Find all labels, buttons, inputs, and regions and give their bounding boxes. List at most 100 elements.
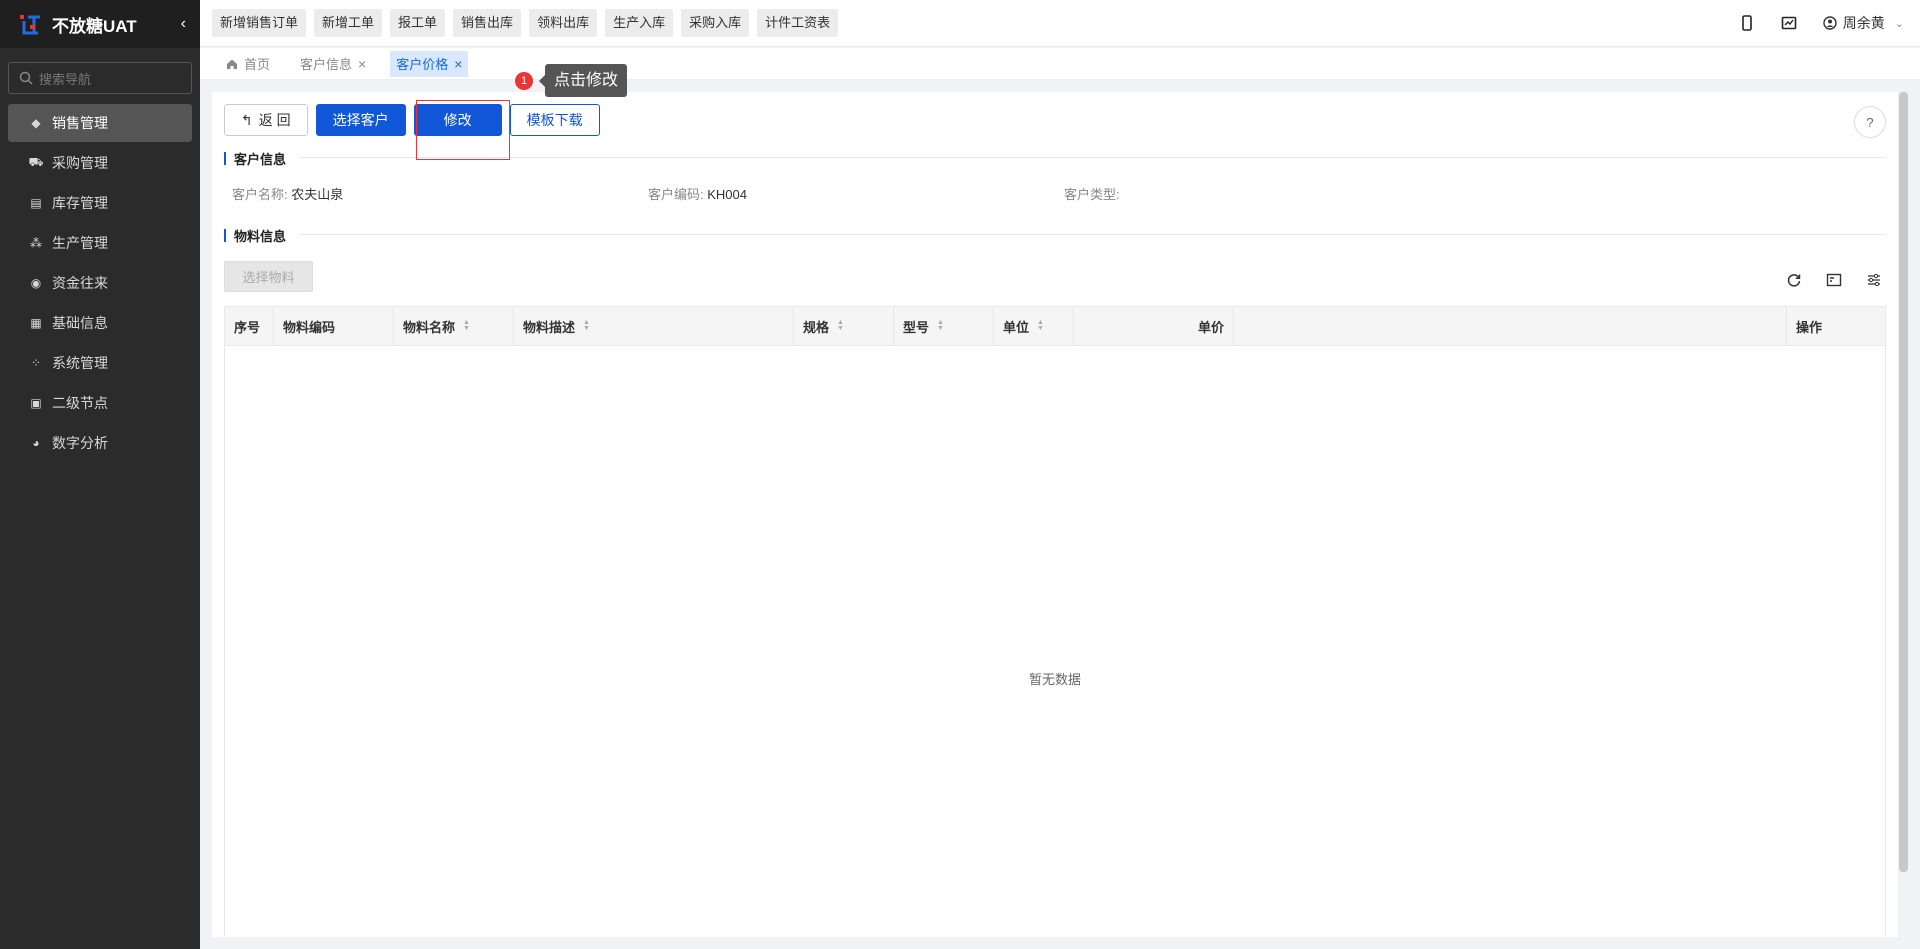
- brand: 不放糖UAT ‹: [0, 0, 200, 48]
- nav-search-placeholder: 搜索导航: [39, 71, 92, 87]
- template-download-button[interactable]: 模板下载: [509, 104, 600, 136]
- select-customer-button[interactable]: 选择客户: [315, 104, 406, 136]
- box-icon: ▤: [30, 196, 42, 210]
- close-icon[interactable]: ×: [358, 56, 366, 72]
- topbar-right: 周余黄 ⌄: [1713, 13, 1920, 33]
- back-label: 返 回: [258, 112, 291, 128]
- user-icon: [1823, 16, 1837, 30]
- sort-icon[interactable]: ▲ ▼: [463, 319, 470, 332]
- topbar: 新增销售订单 新增工单 报工单 销售出库 领料出库 生产入库 采购入库 计件工资…: [200, 0, 1920, 47]
- sort-icon[interactable]: ▲ ▼: [1037, 319, 1044, 332]
- customer-code-value: KH004: [707, 187, 747, 202]
- column-label: 序号: [234, 319, 261, 335]
- field-label: 客户名称:: [232, 187, 288, 202]
- quick-piece-wage[interactable]: 计件工资表: [757, 9, 839, 37]
- mobile-icon[interactable]: [1739, 15, 1755, 31]
- quick-purchase-inbound[interactable]: 采购入库: [681, 9, 750, 37]
- back-arrow-icon: ↰: [241, 111, 253, 128]
- sidebar-item-label: 基础信息: [52, 315, 108, 331]
- sort-icon[interactable]: ▲ ▼: [937, 319, 944, 332]
- close-icon[interactable]: ×: [454, 56, 462, 72]
- user-menu[interactable]: 周余黄 ⌄: [1823, 13, 1904, 33]
- sidebar-item-basic-info[interactable]: ▦ 基础信息: [8, 304, 192, 342]
- quick-new-sales-order[interactable]: 新增销售订单: [212, 9, 307, 37]
- scrollbar[interactable]: [1899, 92, 1908, 872]
- sort-icon[interactable]: ▲ ▼: [583, 319, 590, 332]
- sidebar-item-analytics[interactable]: ◕ 数字分析: [8, 424, 192, 462]
- step-badge: 1: [515, 72, 533, 90]
- refresh-icon[interactable]: [1786, 272, 1802, 288]
- screen-icon[interactable]: [1781, 15, 1797, 31]
- brand-name: 不放糖UAT: [52, 16, 137, 36]
- home-icon: [227, 59, 237, 69]
- col-unit-price: 单价: [1074, 307, 1234, 345]
- table-toolbar: [1762, 272, 1882, 288]
- nodes-icon: ⁂: [30, 236, 42, 250]
- sidebar-item-sales[interactable]: ◆ 销售管理: [8, 104, 192, 142]
- sidebar-item-label: 库存管理: [52, 195, 108, 211]
- pie-icon: ◕: [32, 436, 40, 450]
- material-table: 序号 物料编码 物料名称 ▲ ▼ 物料描述 ▲ ▼ 规格 ▲ ▼ 型号 ▲ ▼ 单位 ▲ ▼ 单价 …: [224, 306, 1886, 936]
- sidebar-item-inventory[interactable]: ▤ 库存管理: [8, 184, 192, 222]
- quick-sales-outbound[interactable]: 销售出库: [453, 9, 522, 37]
- col-material-desc[interactable]: 物料描述 ▲ ▼: [514, 307, 794, 345]
- column-label: 规格: [803, 319, 830, 335]
- col-unit[interactable]: 单位 ▲ ▼: [994, 307, 1074, 345]
- col-material-name[interactable]: 物料名称 ▲ ▼: [394, 307, 514, 345]
- customer-type-field: 客户类型:: [1064, 184, 1480, 203]
- tab-label: 客户价格: [396, 57, 449, 72]
- sidebar-item-production[interactable]: ⁂ 生产管理: [8, 224, 192, 262]
- chevron-down-icon: ⌄: [1894, 17, 1904, 30]
- quick-work-report[interactable]: 报工单: [390, 9, 446, 37]
- customer-info-row: 客户名称: 农夫山泉 客户编码: KH004 客户类型:: [232, 184, 1886, 203]
- nav-search-input[interactable]: 搜索导航: [8, 62, 192, 94]
- apps-icon: ⁘: [30, 356, 42, 370]
- edit-highlight-box: [416, 100, 510, 160]
- cart-icon: ⛟: [28, 155, 44, 169]
- tab-customer-price[interactable]: 客户价格 ×: [390, 50, 469, 77]
- table-header: 序号 物料编码 物料名称 ▲ ▼ 物料描述 ▲ ▼ 规格 ▲ ▼ 型号 ▲ ▼ 单位 ▲ ▼ 单价 …: [225, 307, 1885, 346]
- field-label: 客户编码:: [648, 187, 704, 202]
- tag-icon: ◆: [31, 116, 41, 130]
- empty-state: 暂无数据: [1028, 672, 1081, 687]
- material-section-title: 物料信息: [224, 226, 286, 245]
- help-icon[interactable]: ?: [1854, 106, 1886, 138]
- logo-icon: [20, 15, 40, 35]
- quick-production-inbound[interactable]: 生产入库: [605, 9, 674, 37]
- money-icon: ◉: [30, 276, 42, 290]
- sidebar-item-label: 系统管理: [52, 355, 108, 371]
- column-settings-icon[interactable]: [1866, 272, 1882, 288]
- column-label: 单价: [1197, 319, 1224, 335]
- back-button[interactable]: ↰ 返 回: [224, 104, 308, 136]
- col-spec[interactable]: 规格 ▲ ▼: [794, 307, 894, 345]
- customer-name-field: 客户名称: 农夫山泉: [232, 184, 648, 203]
- section-divider: [300, 157, 1886, 158]
- customer-code-field: 客户编码: KH004: [648, 184, 1064, 203]
- tab-customer-info[interactable]: 客户信息 ×: [294, 51, 372, 77]
- sidebar-item-label: 生产管理: [52, 235, 108, 251]
- sidebar-item-label: 数字分析: [52, 435, 108, 451]
- select-material-button: 选择物料: [224, 261, 313, 292]
- column-label: 物料描述: [523, 319, 576, 335]
- sidebar-item-system[interactable]: ⁘ 系统管理: [8, 344, 192, 382]
- sidebar-item-label: 销售管理: [52, 115, 108, 131]
- quick-new-work-order[interactable]: 新增工单: [314, 9, 383, 37]
- sidebar-item-purchase[interactable]: ⛟ 采购管理: [8, 144, 192, 182]
- col-index: 序号: [225, 307, 274, 345]
- collapse-chevron-icon[interactable]: ‹: [181, 15, 186, 33]
- customer-name-value: 农夫山泉: [291, 187, 344, 202]
- sort-icon[interactable]: ▲ ▼: [837, 319, 844, 332]
- col-blank: [1234, 307, 1787, 345]
- tab-home[interactable]: 首页: [220, 51, 276, 77]
- tab-label: 客户信息: [300, 57, 353, 72]
- main-panel: ↰ 返 回 选择客户 修改 模板下载 ? 客户信息 客户名称: 农夫山泉 客户编码…: [212, 92, 1898, 937]
- section-divider: [300, 234, 1886, 235]
- quick-material-outbound[interactable]: 领料出库: [529, 9, 598, 37]
- col-material-code: 物料编码: [274, 307, 394, 345]
- sidebar-item-secondary[interactable]: ▣ 二级节点: [8, 384, 192, 422]
- col-model[interactable]: 型号 ▲ ▼: [894, 307, 994, 345]
- sidebar-item-finance[interactable]: ◉ 资金往来: [8, 264, 192, 302]
- sidebar-item-label: 资金往来: [52, 275, 108, 291]
- sidebar-item-label: 采购管理: [52, 155, 108, 171]
- density-icon[interactable]: [1826, 272, 1842, 288]
